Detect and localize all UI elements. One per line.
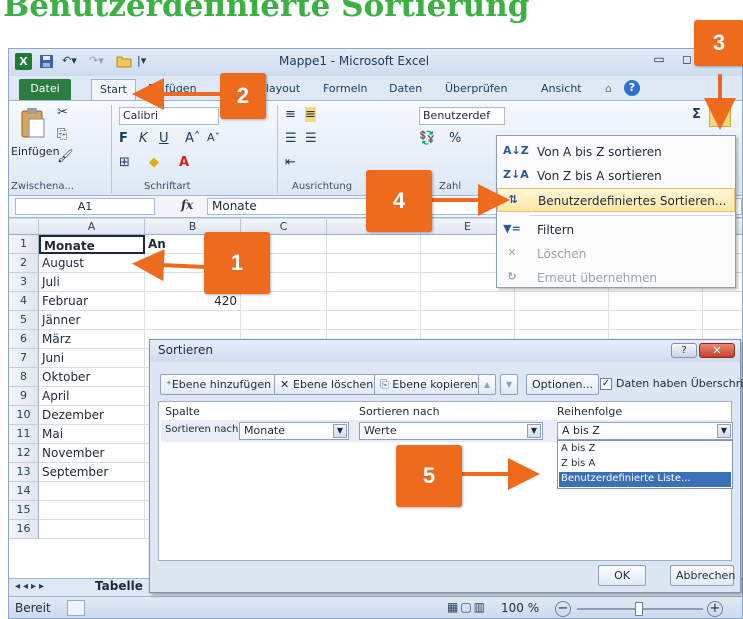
callout-1-arrow (132, 249, 206, 282)
callout-4: 4 (366, 170, 432, 232)
callout-3: 3 (694, 20, 743, 66)
callout-arrows (132, 74, 736, 490)
callout-1: 1 (204, 232, 270, 294)
callout-5: 5 (396, 445, 462, 507)
callout-2: 2 (220, 73, 266, 119)
